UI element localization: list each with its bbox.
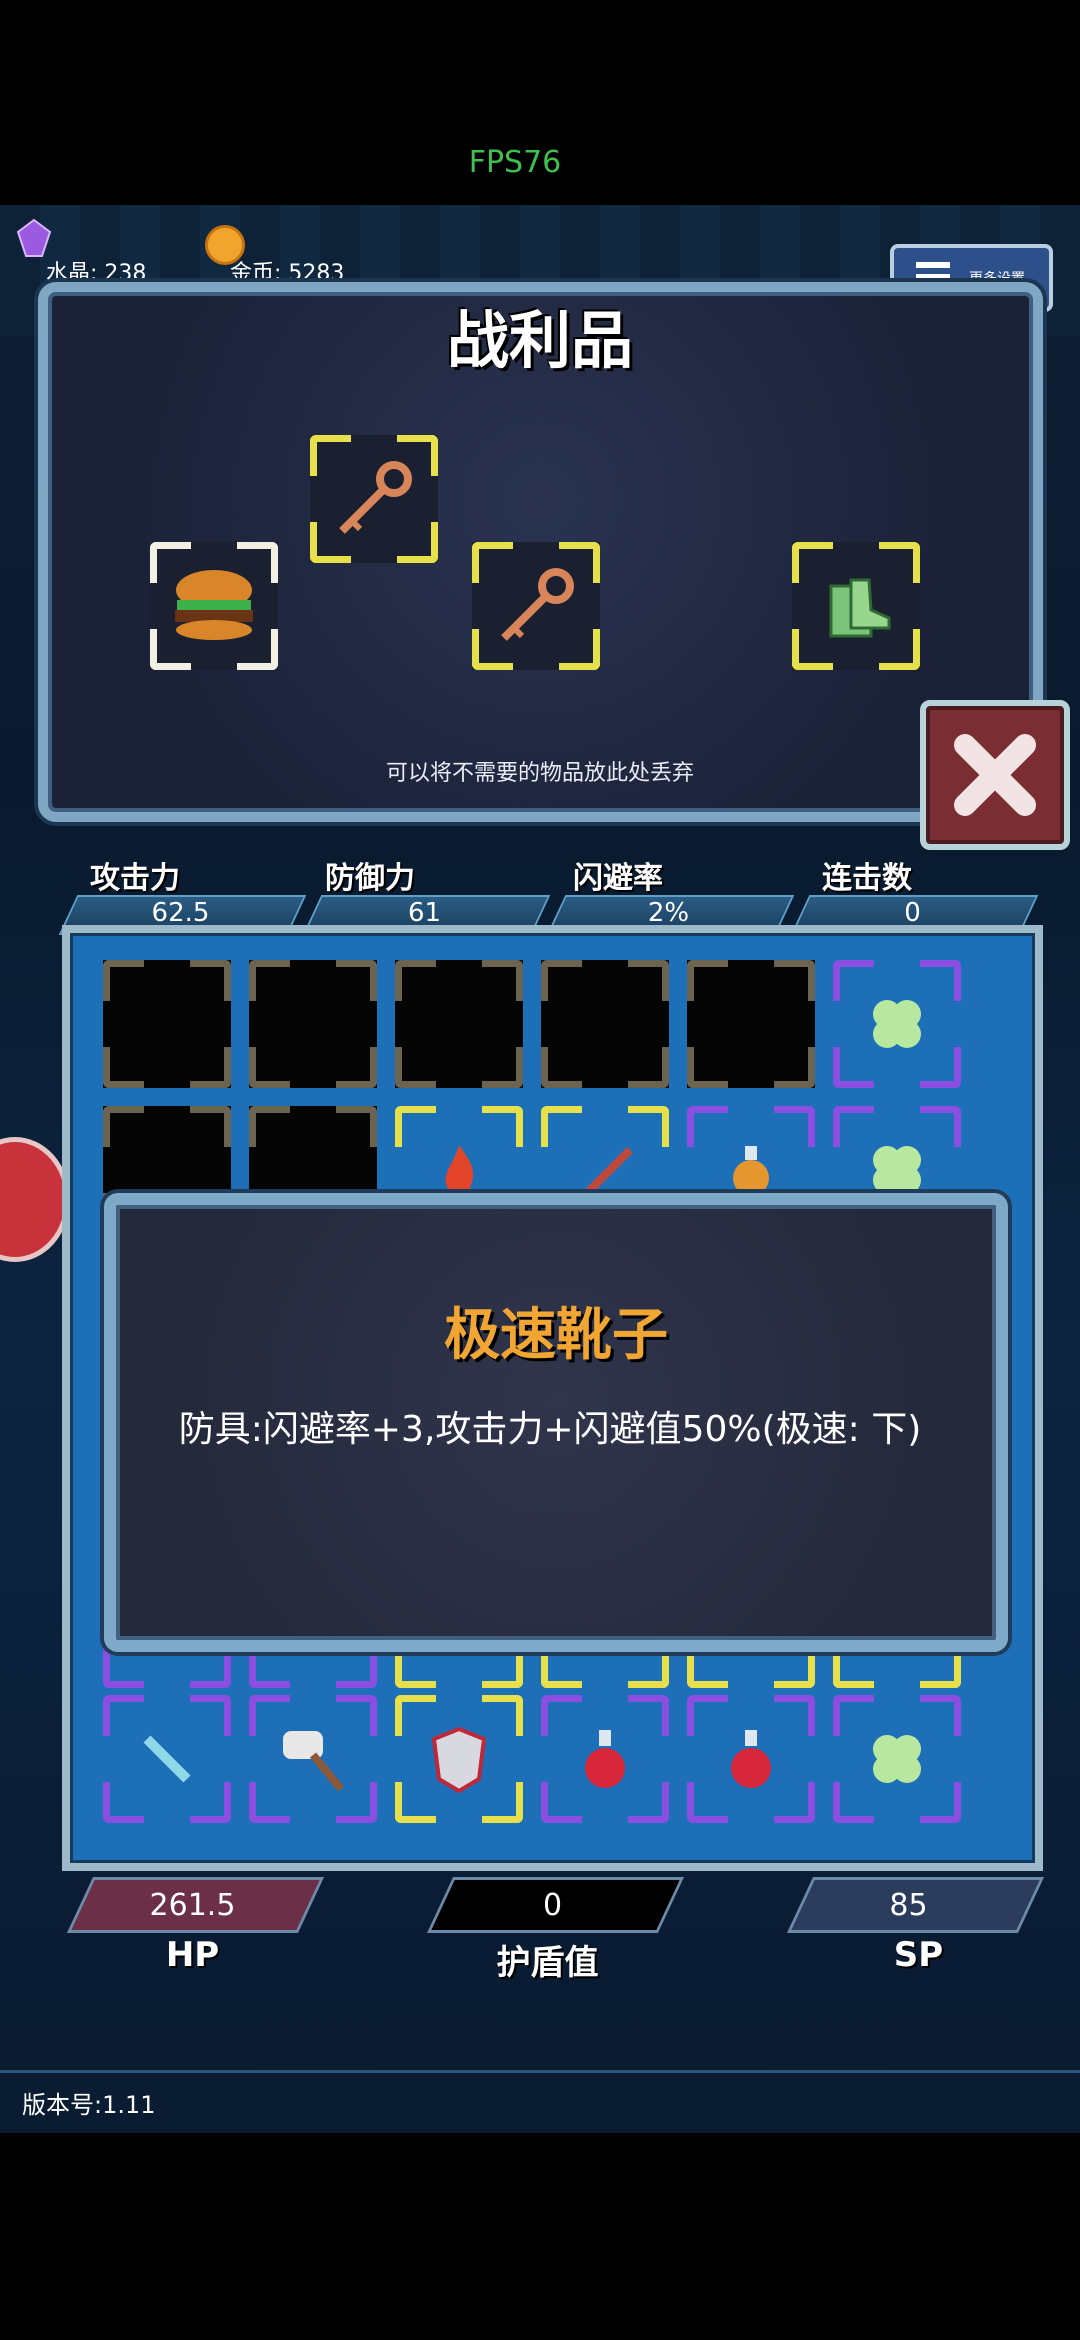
footer-bar — [0, 2070, 1080, 2133]
hammer-icon — [249, 1695, 377, 1823]
close-icon — [954, 734, 1036, 816]
clover-icon — [833, 960, 961, 1088]
stat-value-defense: 61 — [407, 898, 442, 928]
inventory-slot-hammer[interactable] — [249, 1695, 377, 1823]
version-label: 版本号:1.11 — [22, 2091, 156, 2119]
syringe-icon — [103, 1695, 231, 1823]
discard-hint: 可以将不需要的物品放此处丢弃 — [385, 761, 694, 786]
crystal-icon — [14, 218, 54, 258]
inventory-slot-clover[interactable] — [833, 960, 961, 1088]
armor-icon — [395, 1695, 523, 1823]
sp-value: 85 — [889, 1888, 928, 1923]
loot-slot-key-1[interactable] — [310, 435, 438, 563]
bronze-key-icon — [472, 542, 600, 670]
hamburger-icon — [150, 542, 278, 670]
stat-label-defense: 防御力 — [325, 861, 415, 896]
speed-boots-icon — [792, 542, 920, 670]
inventory-slot-potion[interactable] — [541, 1695, 669, 1823]
fps-counter: FPS76 — [468, 145, 562, 180]
inventory-slot-potion[interactable] — [687, 1695, 815, 1823]
inventory-slot-clover[interactable] — [833, 1695, 961, 1823]
loot-slot-hamburger[interactable] — [150, 542, 278, 670]
tooltip-title: 极速靴子 — [444, 1303, 668, 1368]
hp-label: HP — [165, 1935, 220, 1975]
red-potion-icon — [687, 1695, 815, 1823]
shield-label: 护盾值 — [496, 1943, 599, 1983]
bronze-key-icon — [310, 435, 438, 563]
stat-value-combo: 0 — [904, 898, 921, 928]
clover-icon — [833, 1695, 961, 1823]
close-button[interactable] — [920, 700, 1070, 850]
hp-value: 261.5 — [149, 1888, 236, 1923]
inventory-slot[interactable] — [103, 960, 231, 1088]
loot-slot-key-2[interactable] — [472, 542, 600, 670]
tooltip-description: 防具:闪避率+3,攻击力+闪避值50%(极速: 下) — [178, 1409, 922, 1450]
inventory-slot-armor[interactable] — [395, 1695, 523, 1823]
inventory-slot[interactable] — [395, 960, 523, 1088]
inventory-slot[interactable] — [541, 960, 669, 1088]
stat-label-attack: 攻击力 — [90, 861, 180, 896]
inventory-slot[interactable] — [249, 960, 377, 1088]
shield-value: 0 — [542, 1888, 563, 1923]
loot-title: 战利品 — [446, 304, 633, 377]
stat-value-attack: 62.5 — [151, 898, 210, 928]
stat-label-dodge: 闪避率 — [573, 861, 663, 896]
stat-value-dodge: 2% — [647, 898, 690, 928]
inventory-slot[interactable] — [687, 960, 815, 1088]
sp-label: SP — [893, 1935, 944, 1975]
red-potion-icon — [541, 1695, 669, 1823]
inventory-slot-syringe[interactable] — [103, 1695, 231, 1823]
loot-slot-boots[interactable] — [792, 542, 920, 670]
stat-label-combo: 连击数 — [822, 861, 912, 896]
